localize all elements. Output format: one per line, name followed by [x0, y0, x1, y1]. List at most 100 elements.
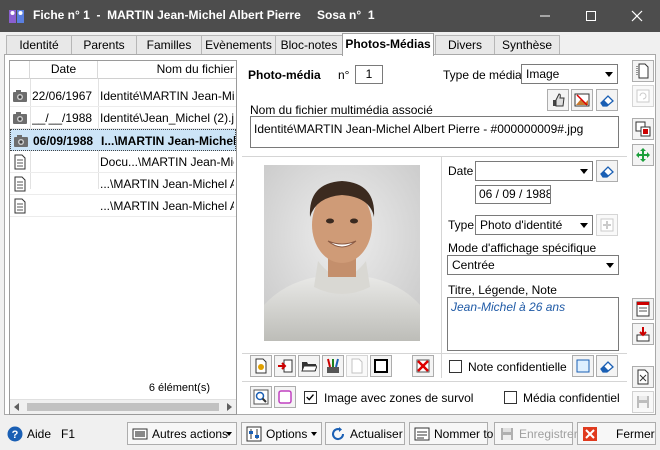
tab-synthese[interactable]: Synthèse [494, 35, 560, 55]
caption-textarea[interactable]: Jean-Michel à 26 ans [447, 297, 619, 351]
file-name-field[interactable]: Identité\MARTIN Jean-Michel Albert Pierr… [250, 116, 619, 148]
horizontal-scrollbar[interactable] [10, 399, 236, 414]
minimize-button[interactable] [522, 0, 568, 32]
blank-page-icon [351, 358, 363, 374]
hover-zones-label: Image avec zones de survol [324, 391, 474, 405]
svg-text:?: ? [12, 429, 19, 441]
tab-content-panel: Date Nom du fichier 22/06/1967 Identité\… [4, 54, 656, 415]
frame-icon [374, 359, 388, 373]
row-file-name: Docu...\MARTIN Jean-Michel [100, 155, 234, 169]
delete-media-button[interactable] [412, 355, 434, 377]
new-document-icon [255, 358, 267, 374]
header-date[interactable]: Date [30, 61, 98, 79]
confidential-media-checkbox[interactable] [504, 391, 517, 404]
help-label: Aide [27, 426, 52, 441]
save-button[interactable]: Enregistrer [494, 422, 578, 445]
list-item[interactable]: Docu...\MARTIN Jean-Michel [10, 151, 236, 173]
scroll-left-arrow[interactable] [14, 403, 19, 411]
title-bar: Fiche n° 1 - MARTIN Jean-Michel Albert P… [0, 0, 660, 32]
file-name-label: Nom du fichier multimédia associé [250, 103, 433, 117]
tab-bloc-notes[interactable]: Bloc-notes [275, 35, 343, 55]
photo-type-select[interactable]: Photo d'identité [475, 215, 593, 235]
tab-identite[interactable]: Identité [6, 35, 72, 55]
edit-image-button[interactable] [571, 89, 593, 111]
refresh-button[interactable]: Actualiser [325, 422, 405, 445]
chevron-down-icon [226, 432, 232, 436]
close-window-button[interactable] [614, 0, 660, 32]
chevron-down-icon [580, 223, 588, 228]
bottom-button-bar: ? Aide F1 Autres actions Options Actuali… [0, 420, 660, 450]
new-media-button[interactable] [250, 355, 272, 377]
scrollbar-thumb[interactable] [27, 403, 219, 411]
chevron-down-icon [606, 263, 614, 268]
refresh-record-button[interactable] [632, 85, 654, 107]
name-all-icon [414, 427, 430, 440]
blank-page-button[interactable] [346, 355, 368, 377]
chevron-down-icon [580, 169, 588, 174]
display-mode-value: Centrée [452, 258, 495, 272]
note-frame-button[interactable] [572, 355, 594, 377]
close-label: Fermer [616, 426, 655, 441]
scroll-right-arrow[interactable] [227, 403, 232, 411]
tab-photos-medias[interactable]: Photos-Médias [342, 33, 434, 56]
refresh-icon [636, 89, 650, 103]
save-floppy-button[interactable] [632, 391, 654, 413]
floppy-disk-icon [637, 396, 649, 408]
other-actions-button[interactable]: Autres actions [127, 422, 237, 445]
list-item[interactable]: __/__/1988 Identité\Jean_Michel (2).jpg [10, 107, 236, 129]
zoom-image-button[interactable] [250, 386, 272, 408]
hover-zones-checkbox[interactable] [304, 391, 317, 404]
thumb-button[interactable] [547, 89, 569, 111]
erase-file-button[interactable] [596, 89, 618, 111]
close-button[interactable]: Fermer [577, 422, 656, 445]
open-folder-button[interactable] [298, 355, 320, 377]
new-record-button[interactable] [632, 60, 654, 82]
hover-zones-button[interactable] [274, 386, 296, 408]
erase-note-button[interactable] [596, 355, 618, 377]
date-display-field[interactable]: 06 / 09 / 1988 [475, 185, 551, 204]
options-label: Options [266, 426, 308, 441]
add-type-button[interactable] [596, 214, 618, 236]
eraser-icon [600, 166, 614, 178]
export-down-button[interactable] [632, 323, 654, 345]
tab-familles[interactable]: Familles [136, 35, 202, 55]
media-sheet-button[interactable] [632, 298, 654, 320]
list-item[interactable]: 22/06/1967 Identité\MARTIN Jean-Michel [10, 85, 236, 107]
import-media-button[interactable] [274, 355, 296, 377]
frame-button[interactable] [370, 355, 392, 377]
maximize-button[interactable] [568, 0, 614, 32]
help-button[interactable]: ? Aide F1 [3, 422, 78, 445]
erase-date-button[interactable] [596, 160, 618, 182]
list-item[interactable]: ...\MARTIN Jean-Michel Alber [10, 173, 236, 195]
close-icon [631, 10, 643, 22]
list-item[interactable]: ...\MARTIN Jean-Michel Alber [10, 195, 236, 217]
options-button[interactable]: Options [241, 422, 322, 445]
tab-parents[interactable]: Parents [71, 35, 137, 55]
tab-evenements[interactable]: Evènements [201, 35, 276, 55]
toolbar-divider [242, 353, 442, 354]
toolbar-divider [442, 353, 627, 354]
import-icon [278, 359, 293, 373]
row-date: __/__/1988 [32, 111, 93, 125]
tab-divers[interactable]: Divers [435, 35, 495, 55]
media-type-select[interactable]: Image [521, 64, 618, 84]
header-icon-column[interactable] [10, 61, 30, 79]
section-divider [242, 381, 627, 382]
media-number-field[interactable]: 1 [355, 65, 383, 84]
display-mode-select[interactable]: Centrée [447, 255, 619, 275]
date-select[interactable] [475, 161, 593, 181]
list-item-selected[interactable]: 06/09/1988 I...\MARTIN Jean-Michel A [10, 129, 236, 151]
confidential-note-checkbox[interactable] [449, 360, 462, 373]
media-preview-image[interactable] [264, 165, 420, 341]
family-tree-app-icon [9, 10, 24, 23]
copy-media-button[interactable] [632, 118, 654, 140]
help-icon: ? [7, 426, 23, 441]
name-all-button[interactable]: Nommer tous [409, 422, 506, 445]
move-button[interactable] [632, 144, 654, 166]
list-header: Date Nom du fichier [10, 61, 236, 79]
media-list[interactable]: Date Nom du fichier 22/06/1967 Identité\… [9, 60, 237, 415]
tab-strip: Identité Parents Familles Evènements Blo… [4, 33, 656, 56]
tools-button[interactable] [322, 355, 344, 377]
print-media-button[interactable] [632, 366, 654, 388]
header-file-name[interactable]: Nom du fichier [98, 61, 236, 79]
